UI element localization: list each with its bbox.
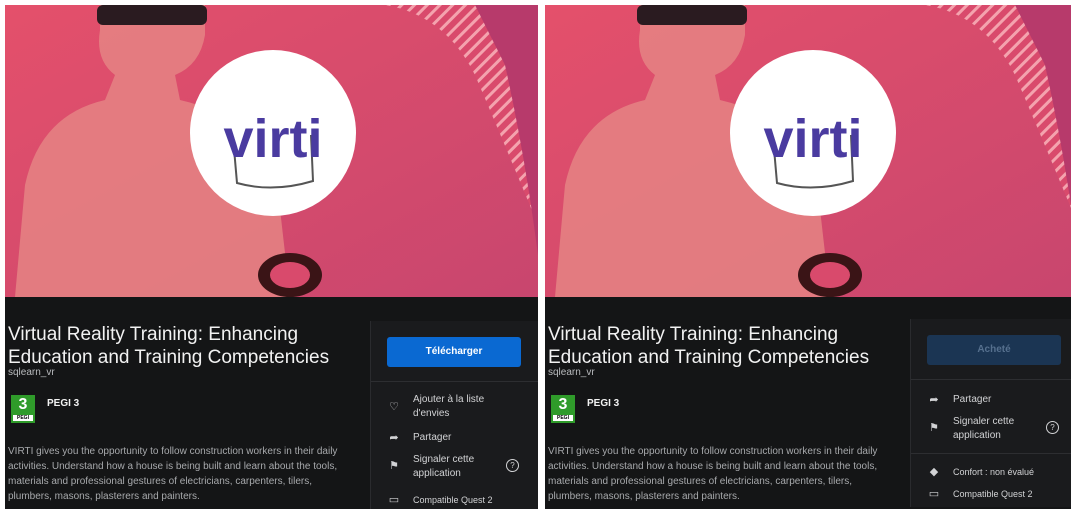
svg-text:virti: virti: [223, 109, 322, 169]
hero-banner: virti: [5, 5, 538, 297]
divider: [911, 453, 1071, 454]
app-title: Virtual Reality Training: Enhancing Educ…: [8, 324, 330, 368]
app-description: VIRTI gives you the opportunity to follo…: [8, 446, 338, 502]
pegi-label: PEGI 3: [587, 398, 620, 409]
flag-icon: ⚑: [929, 422, 939, 434]
store-page-left: virti Virtual Reality Training: Enhancin…: [5, 5, 538, 509]
purchased-button[interactable]: Acheté: [927, 335, 1061, 365]
report-action[interactable]: ⚑ Signaler cette application ?: [387, 453, 527, 481]
vr-headset-icon: ▭: [928, 488, 940, 500]
heart-icon: ♡: [389, 401, 399, 413]
report-action[interactable]: ⚑ Signaler cette application ?: [927, 415, 1067, 443]
divider: [911, 379, 1071, 380]
flag-icon: ⚑: [389, 460, 399, 472]
svg-text:virti: virti: [763, 109, 862, 169]
divider: [371, 381, 538, 382]
store-page-right: virti Virtual Reality Training: Enhancin…: [545, 5, 1071, 509]
share-arrow-icon: ➦: [389, 432, 399, 444]
pegi-rating-icon: 3 PEGI: [551, 395, 575, 423]
publisher-link[interactable]: sqlearn_vr: [548, 367, 595, 378]
pegi-label: PEGI 3: [47, 398, 80, 409]
wishlist-action[interactable]: ♡ Ajouter à la liste d'envies: [387, 393, 527, 421]
hero-banner: virti: [545, 5, 1071, 297]
vr-headset-icon: ▭: [388, 494, 400, 506]
app-description: VIRTI gives you the opportunity to follo…: [548, 446, 878, 502]
download-button[interactable]: Télécharger: [387, 337, 521, 367]
actions-sidebar: Télécharger ♡ Ajouter à la liste d'envie…: [370, 321, 538, 509]
comfort-diamond-icon: ◆: [929, 466, 939, 478]
pegi-rating-icon: 3 PEGI: [11, 395, 35, 423]
actions-sidebar: Acheté ➦ Partager ⚑ Signaler cette appli…: [910, 319, 1071, 507]
app-title: Virtual Reality Training: Enhancing Educ…: [548, 324, 870, 368]
share-arrow-icon: ➦: [929, 394, 939, 406]
help-circle-icon[interactable]: ?: [506, 459, 519, 472]
publisher-link[interactable]: sqlearn_vr: [8, 367, 55, 378]
help-circle-icon[interactable]: ?: [1046, 421, 1059, 434]
